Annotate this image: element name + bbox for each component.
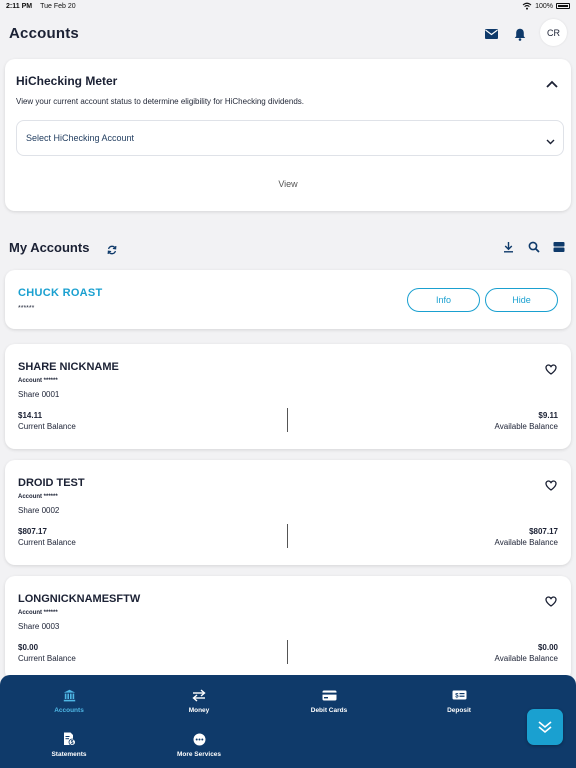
favorite-button[interactable]: [545, 362, 557, 380]
transfer-icon: [154, 688, 244, 702]
nav-label: More Services: [176, 751, 222, 758]
collapse-nav-button[interactable]: [527, 709, 563, 745]
my-accounts-title: My Accounts: [9, 240, 90, 255]
current-balance-label: Current Balance: [18, 538, 76, 547]
mail-icon[interactable]: [483, 26, 499, 42]
double-chevron-down-icon: [538, 721, 552, 734]
available-balance-value: $0.00: [537, 643, 558, 652]
account-name: LONGNICKNAMESFTW: [18, 593, 141, 605]
available-balance-value: $9.11: [538, 411, 558, 420]
nav-accounts[interactable]: Accounts: [24, 688, 114, 714]
nav-debit-cards[interactable]: Debit Cards: [284, 688, 374, 714]
page-title: Accounts: [9, 25, 79, 42]
search-icon[interactable]: [528, 240, 540, 258]
nav-money[interactable]: Money: [154, 688, 244, 714]
chevron-up-icon: [546, 80, 558, 88]
download-icon[interactable]: [503, 240, 514, 258]
member-name: CHUCK ROAST: [18, 287, 103, 299]
current-balance-value: $14.11: [18, 411, 43, 420]
available-balance-value: $807.17: [529, 527, 558, 536]
heart-icon: [545, 480, 557, 491]
view-toggle-icon[interactable]: [553, 240, 565, 258]
view-button[interactable]: View: [263, 179, 313, 189]
account-card[interactable]: LONGNICKNAMESFTW Account ****** Share 00…: [5, 576, 571, 681]
nav-label: Statements: [51, 751, 87, 758]
chevron-down-icon: [546, 132, 555, 150]
meter-description: View your current account status to dete…: [16, 97, 304, 106]
current-balance-label: Current Balance: [18, 422, 76, 431]
avatar[interactable]: CR: [540, 19, 567, 46]
bottom-nav: Accounts Money Debit Cards $ Deposit $ S…: [0, 675, 576, 768]
nav-label: Deposit: [447, 707, 471, 714]
account-number: Account ******: [18, 610, 58, 616]
nav-label: Accounts: [54, 707, 84, 714]
nav-deposit[interactable]: $ Deposit: [414, 688, 504, 714]
status-right: 100%: [522, 2, 570, 10]
balance-divider: [287, 524, 288, 548]
current-balance-value: $0.00: [18, 643, 39, 652]
balance-divider: [287, 640, 288, 664]
available-balance-label: Available Balance: [494, 538, 558, 547]
bank-icon: [24, 688, 114, 702]
hichecking-account-select[interactable]: Select HiChecking Account: [16, 120, 564, 156]
info-button[interactable]: Info: [407, 288, 480, 312]
hide-button[interactable]: Hide: [485, 288, 558, 312]
collapse-button[interactable]: [546, 75, 558, 93]
current-balance-label: Current Balance: [18, 654, 76, 663]
heart-icon: [545, 596, 557, 607]
status-bar: 2:11 PM Tue Feb 20 100%: [0, 0, 576, 12]
card-icon: [284, 688, 374, 702]
meter-title: HiChecking Meter: [16, 74, 118, 88]
battery-icon: [556, 3, 570, 9]
battery-percent: 100%: [535, 2, 553, 10]
member-number-masked: ******: [18, 305, 35, 312]
current-balance-value: $807.17: [18, 527, 47, 536]
share-id: Share 0001: [18, 390, 60, 399]
nav-more-services[interactable]: More Services: [154, 732, 244, 758]
refresh-icon[interactable]: [107, 242, 117, 260]
nav-label: Debit Cards: [310, 707, 348, 714]
nav-statements[interactable]: $ Statements: [24, 732, 114, 758]
available-balance-label: Available Balance: [494, 422, 558, 431]
account-card[interactable]: SHARE NICKNAME Account ****** Share 0001…: [5, 344, 571, 449]
account-name: SHARE NICKNAME: [18, 361, 119, 373]
hichecking-meter-card: HiChecking Meter View your current accou…: [5, 59, 571, 211]
top-bar: Accounts CR: [0, 18, 576, 50]
account-number: Account ******: [18, 378, 58, 384]
bell-icon[interactable]: [512, 26, 528, 42]
status-date: Tue Feb 20: [40, 2, 76, 10]
statement-icon: $: [24, 732, 114, 746]
account-name: DROID TEST: [18, 477, 85, 489]
nav-label: Money: [188, 707, 210, 714]
available-balance-label: Available Balance: [494, 654, 558, 663]
share-id: Share 0003: [18, 622, 60, 631]
account-card[interactable]: DROID TEST Account ****** Share 0002 $80…: [5, 460, 571, 565]
account-number: Account ******: [18, 494, 58, 500]
balance-divider: [287, 408, 288, 432]
wifi-icon: [522, 2, 532, 10]
check-deposit-icon: $: [414, 688, 504, 702]
favorite-button[interactable]: [545, 594, 557, 612]
svg-text:$: $: [70, 740, 73, 746]
status-time: 2:11 PM: [6, 2, 33, 10]
select-label: Select HiChecking Account: [26, 133, 135, 143]
favorite-button[interactable]: [545, 478, 557, 496]
member-card: CHUCK ROAST ****** Info Hide: [5, 270, 571, 329]
heart-icon: [545, 364, 557, 375]
more-icon: [154, 732, 244, 746]
share-id: Share 0002: [18, 506, 60, 515]
